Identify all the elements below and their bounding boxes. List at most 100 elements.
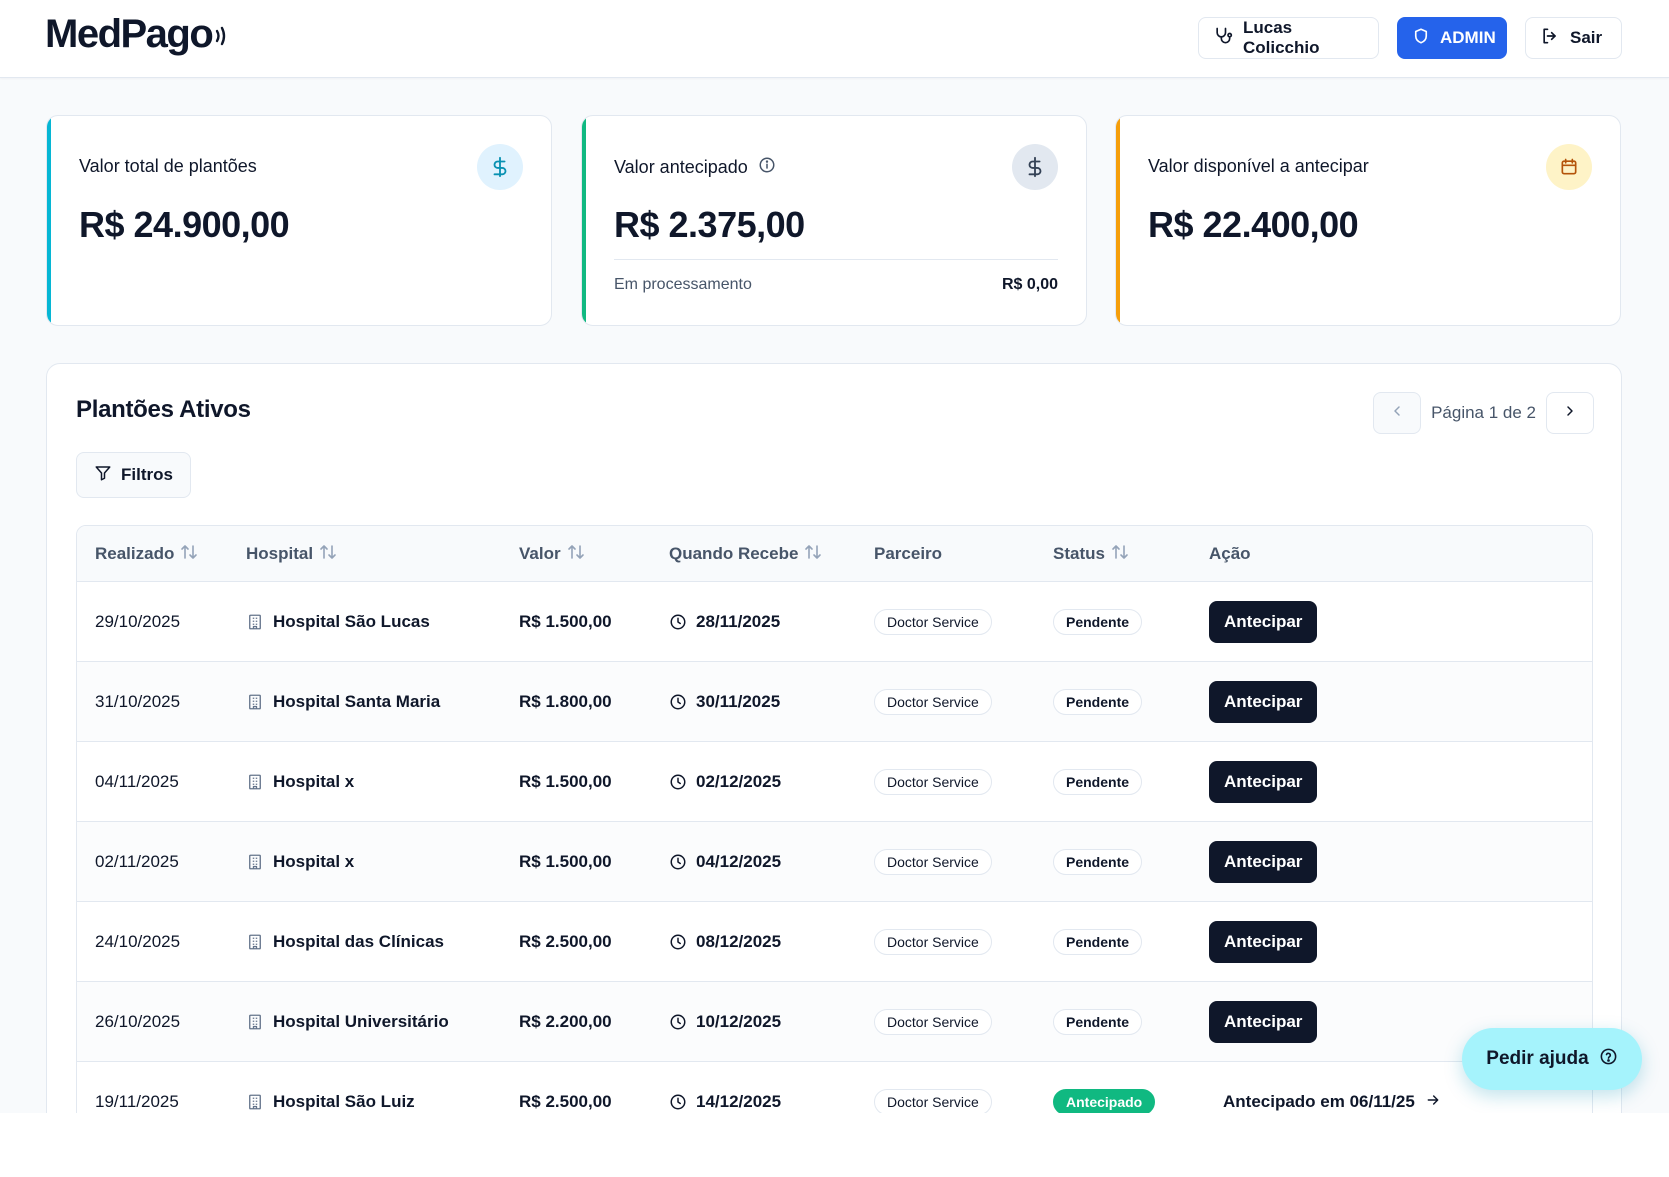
cell-hospital: Hospital x — [246, 822, 354, 902]
cell-realizado: 02/11/2025 — [95, 852, 179, 871]
anticipated-label: Antecipado em 06/11/25 — [1223, 1092, 1415, 1111]
active-shifts-panel: Plantões Ativos Página 1 de 2 Filtros Re… — [46, 363, 1622, 1113]
cell-status: Antecipado — [1053, 1062, 1156, 1113]
chevron-right-icon — [1562, 403, 1578, 424]
cell-status: Pendente — [1053, 822, 1143, 902]
status-badge: Pendente — [1053, 849, 1143, 875]
chevron-left-icon — [1389, 403, 1405, 424]
hospital-name: Hospital x — [273, 852, 355, 871]
cell-status: Pendente — [1053, 582, 1143, 662]
arrow-right-icon — [1425, 1092, 1441, 1113]
cell-valor: R$ 1.800,00 — [519, 692, 612, 711]
anticipated-link[interactable]: Antecipado em 06/11/25 — [1223, 1092, 1441, 1113]
pagination: Página 1 de 2 — [1373, 392, 1594, 434]
logout-button[interactable]: Sair — [1525, 17, 1622, 59]
clock-icon — [669, 693, 687, 711]
info-icon[interactable] — [758, 156, 776, 179]
table-row: 19/11/2025 Hospital São Luiz R$ 2.500,00 14… — [77, 1062, 1592, 1113]
user-button[interactable]: Lucas Colicchio — [1198, 17, 1379, 59]
antecipar-button[interactable]: Antecipar — [1209, 681, 1318, 723]
sort-icon — [567, 544, 585, 565]
cell-quando-recebe: 30/11/2025 — [669, 662, 780, 742]
cell-acao: Antecipar — [1209, 742, 1318, 822]
logo-text: MedPago — [45, 12, 214, 56]
partner-badge: Doctor Service — [874, 689, 992, 715]
receive-date: 10/12/2025 — [696, 1012, 782, 1031]
column-header-label: Ação — [1209, 544, 1251, 563]
building-icon — [246, 773, 264, 791]
next-page-button[interactable] — [1546, 392, 1594, 434]
clock-icon — [669, 933, 687, 951]
cell-valor: R$ 2.200,00 — [519, 1012, 612, 1031]
sort-icon — [1111, 544, 1129, 565]
column-header-valor[interactable]: Valor — [519, 526, 585, 582]
cell-parceiro: Doctor Service — [874, 662, 992, 742]
card-title: Valor total de plantões — [79, 156, 257, 177]
cell-realizado: 04/11/2025 — [95, 772, 179, 791]
partner-badge: Doctor Service — [874, 929, 992, 955]
column-header-status[interactable]: Status — [1053, 526, 1129, 582]
clock-icon — [669, 1093, 687, 1111]
partner-badge: Doctor Service — [874, 1009, 992, 1035]
cell-parceiro: Doctor Service — [874, 982, 992, 1062]
clock-icon — [669, 613, 687, 631]
cell-valor: R$ 1.500,00 — [519, 852, 612, 871]
clock-icon — [669, 853, 687, 871]
building-icon — [246, 693, 264, 711]
status-badge: Antecipado — [1053, 1089, 1156, 1113]
clock-icon — [669, 1013, 687, 1031]
status-badge: Pendente — [1053, 689, 1143, 715]
receive-date: 04/12/2025 — [696, 852, 782, 871]
cell-parceiro: Doctor Service — [874, 582, 992, 662]
help-button[interactable]: Pedir ajuda — [1462, 1028, 1642, 1090]
antecipar-button[interactable]: Antecipar — [1209, 1001, 1318, 1043]
status-badge: Pendente — [1053, 609, 1143, 635]
card-title: Valor disponível a antecipar — [1148, 156, 1369, 177]
sort-icon — [319, 544, 337, 565]
column-header-quando-recebe[interactable]: Quando Recebe — [669, 526, 822, 582]
filter-icon — [94, 464, 112, 487]
partner-badge: Doctor Service — [874, 609, 992, 635]
partner-badge: Doctor Service — [874, 769, 992, 795]
cell-acao: Antecipar — [1209, 822, 1318, 902]
antecipar-button[interactable]: Antecipar — [1209, 841, 1318, 883]
shield-icon — [1412, 27, 1430, 50]
status-badge: Pendente — [1053, 769, 1143, 795]
antecipar-button[interactable]: Antecipar — [1209, 761, 1318, 803]
hospital-name: Hospital São Lucas — [273, 612, 430, 631]
card-total-plantoes: Valor total de plantões R$ 24.900,00 — [46, 115, 552, 326]
card-disponivel-antecipar: Valor disponível a antecipar R$ 22.400,0… — [1115, 115, 1621, 326]
clock-icon — [669, 773, 687, 791]
logout-icon — [1540, 26, 1560, 51]
dollar-icon — [1012, 144, 1058, 190]
sort-icon — [804, 544, 822, 565]
receive-date: 30/11/2025 — [696, 692, 781, 711]
admin-button[interactable]: ADMIN — [1397, 17, 1507, 59]
receive-date: 08/12/2025 — [696, 932, 782, 951]
column-header-label: Hospital — [246, 544, 314, 563]
column-header-hospital[interactable]: Hospital — [246, 526, 337, 582]
card-value: R$ 22.400,00 — [1148, 204, 1359, 245]
card-title: Valor antecipado — [614, 156, 776, 179]
logo[interactable]: MedPago — [45, 12, 228, 57]
filters-button[interactable]: Filtros — [76, 452, 191, 498]
cell-acao: Antecipado em 06/11/25 — [1209, 1062, 1441, 1113]
antecipar-button[interactable]: Antecipar — [1209, 601, 1318, 643]
prev-page-button[interactable] — [1373, 392, 1422, 434]
cell-hospital: Hospital x — [246, 742, 354, 822]
antecipar-button[interactable]: Antecipar — [1209, 921, 1318, 963]
signal-waves-icon — [214, 12, 228, 57]
filters-label: Filtros — [121, 465, 173, 484]
cell-hospital: Hospital São Lucas — [246, 582, 430, 662]
cell-hospital: Hospital Universitário — [246, 982, 449, 1062]
hospital-name: Hospital x — [273, 772, 355, 791]
top-header: MedPago Lucas Colicchio ADMIN Sair — [0, 0, 1669, 78]
column-header-realizado[interactable]: Realizado — [95, 526, 198, 582]
cell-hospital: Hospital das Clínicas — [246, 902, 444, 982]
cell-quando-recebe: 02/12/2025 — [669, 742, 781, 822]
cell-status: Pendente — [1053, 742, 1143, 822]
building-icon — [246, 933, 264, 951]
card-divider — [614, 259, 1058, 260]
panel-title: Plantões Ativos — [76, 396, 251, 423]
page-indicator: Página 1 de 2 — [1431, 403, 1536, 422]
